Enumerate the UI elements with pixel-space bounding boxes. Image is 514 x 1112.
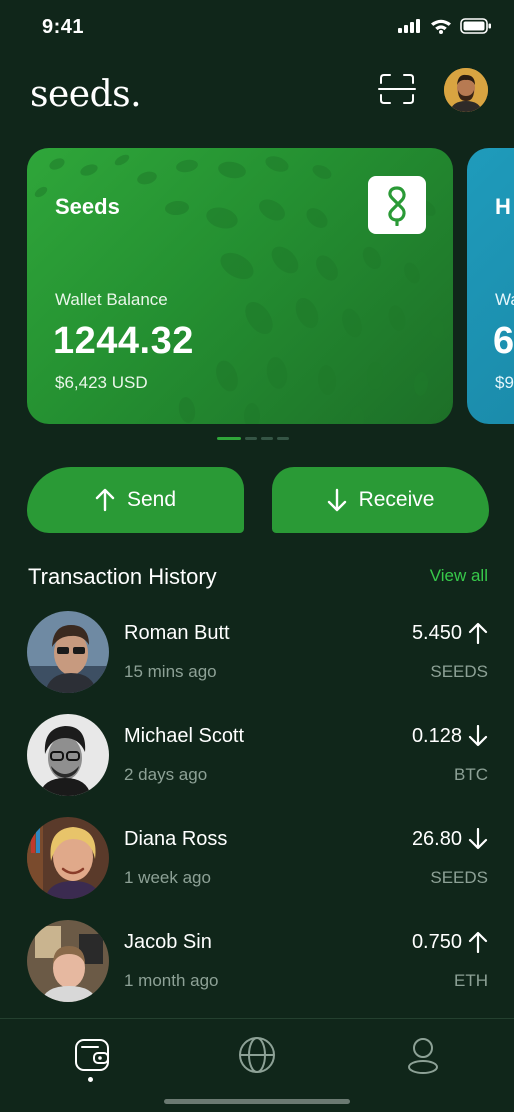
scan-button[interactable]	[378, 72, 416, 106]
arrow-down-icon	[327, 488, 346, 512]
receive-label: Receive	[358, 488, 435, 511]
seeds-wallet-card[interactable]: Seeds Wallet Balance 1244.32 $6,423 USD	[27, 148, 453, 424]
seeds-logo-icon	[368, 176, 426, 234]
contact-name: Michael Scott	[124, 725, 245, 747]
nav-wallet[interactable]	[72, 1035, 112, 1075]
arrow-down-icon	[468, 725, 488, 747]
transaction-coin: SEEDS	[430, 868, 488, 887]
next-card-label: Wa	[495, 290, 514, 309]
bottom-nav	[0, 1018, 514, 1112]
transaction-amount: 0.750	[411, 931, 462, 953]
contact-avatar	[27, 611, 109, 693]
pager-dot[interactable]	[245, 437, 257, 440]
app-logo: seeds.	[30, 74, 142, 115]
status-bar: 9:41	[0, 0, 514, 56]
profile-icon	[408, 1038, 438, 1074]
contact-name: Diana Ross	[124, 828, 228, 850]
carousel-pager	[217, 437, 289, 440]
transaction-row[interactable]: Jacob Sin 1 month ago 0.750 ETH	[27, 919, 488, 1003]
pager-dot[interactable]	[277, 437, 289, 440]
transaction-time: 15 mins ago	[124, 662, 217, 681]
battery-icon	[460, 18, 491, 34]
transaction-amount: 5.450	[411, 622, 462, 644]
wallet-carousel[interactable]: Seeds Wallet Balance 1244.32 $6,423 USD …	[0, 148, 514, 428]
card-title: Seeds	[55, 194, 120, 219]
wallet-balance-value: 1244.32	[53, 320, 194, 362]
transaction-amount: 0.128	[411, 725, 462, 747]
section-title: Transaction History	[28, 564, 217, 589]
transaction-coin: ETH	[454, 971, 488, 990]
user-avatar-icon	[444, 68, 488, 112]
arrow-up-icon	[468, 931, 488, 953]
next-card-fiat: $9	[495, 373, 514, 392]
contact-avatar	[27, 714, 109, 796]
transaction-row[interactable]: Diana Ross 1 week ago 26.80 SEEDS	[27, 816, 488, 900]
wallet-icon	[75, 1039, 109, 1071]
app-header: seeds.	[0, 60, 514, 124]
transaction-row[interactable]: Roman Butt 15 mins ago 5.450 SEEDS	[27, 610, 488, 694]
globe-icon	[239, 1037, 275, 1073]
transaction-coin: BTC	[454, 765, 488, 784]
arrow-up-icon	[95, 488, 115, 512]
send-label: Send	[126, 488, 177, 511]
wallet-balance-label: Wallet Balance	[55, 290, 168, 309]
scan-icon	[378, 74, 416, 104]
send-button[interactable]: Send	[27, 467, 244, 533]
signal-icon	[398, 19, 420, 33]
contact-avatar	[27, 817, 109, 899]
action-buttons: Send Receive	[27, 467, 489, 533]
transaction-time: 2 days ago	[124, 765, 208, 784]
receive-button[interactable]: Receive	[272, 467, 489, 533]
nav-profile[interactable]	[403, 1035, 443, 1075]
next-wallet-card[interactable]: H Wa 6 $9	[467, 148, 514, 424]
contact-avatar	[27, 920, 109, 1002]
wifi-icon	[431, 19, 451, 34]
pager-dot[interactable]	[261, 437, 273, 440]
next-card-title: H	[495, 194, 511, 219]
view-all-link[interactable]: View all	[430, 566, 488, 586]
transaction-time: 1 month ago	[124, 971, 219, 990]
status-icons	[398, 18, 492, 34]
transaction-amount: 26.80	[411, 828, 462, 850]
transaction-time: 1 week ago	[124, 868, 211, 887]
user-avatar[interactable]	[444, 68, 488, 112]
next-card-balance: 6	[493, 320, 514, 362]
transaction-row[interactable]: Michael Scott 2 days ago 0.128 BTC	[27, 713, 488, 797]
arrow-down-icon	[468, 828, 488, 850]
pager-dot-active[interactable]	[217, 437, 241, 440]
wallet-fiat-value: $6,423 USD	[55, 373, 148, 392]
home-indicator	[164, 1099, 350, 1104]
nav-explore[interactable]	[237, 1035, 277, 1075]
transaction-history-header: Transaction History View all	[28, 562, 488, 592]
nav-active-indicator	[88, 1077, 93, 1082]
arrow-up-icon	[468, 622, 488, 644]
status-time: 9:41	[42, 16, 85, 38]
transaction-coin: SEEDS	[430, 662, 488, 681]
contact-name: Jacob Sin	[124, 931, 212, 953]
contact-name: Roman Butt	[124, 622, 230, 644]
